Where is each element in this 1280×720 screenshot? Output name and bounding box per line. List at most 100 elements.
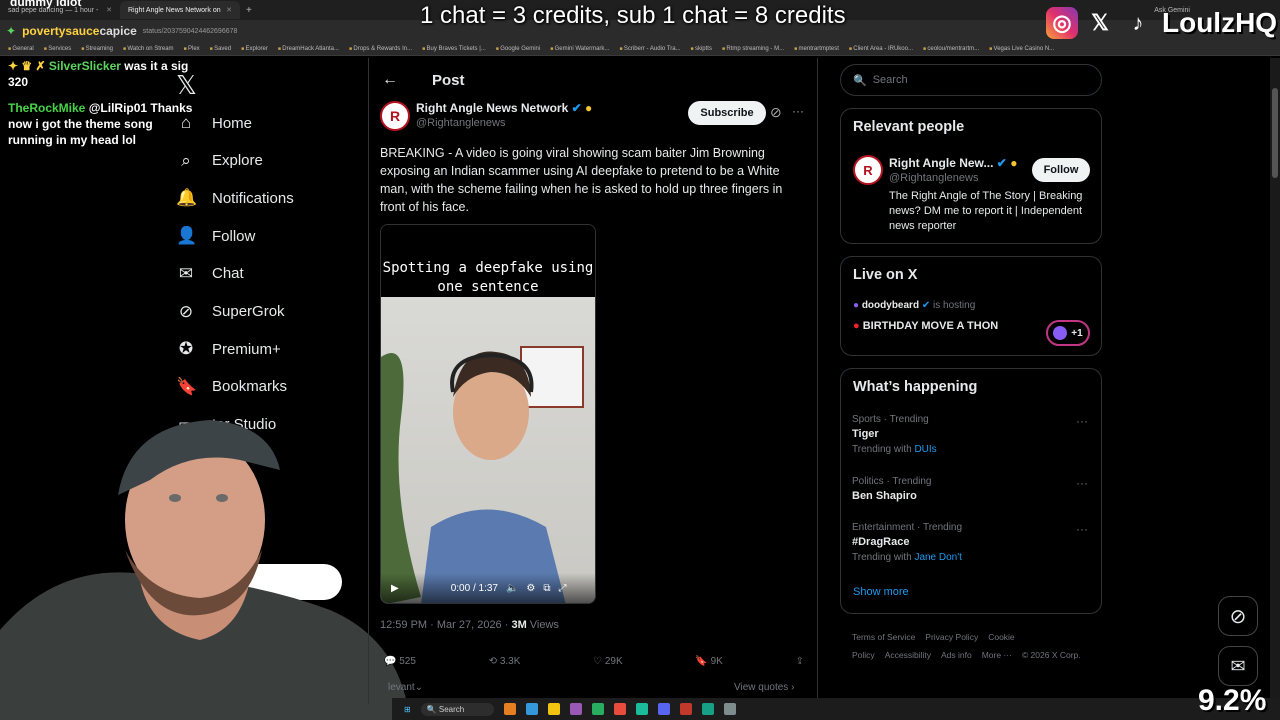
- bookmark-item[interactable]: Vegas Live Casino N...: [989, 46, 1055, 52]
- windows-start-icon[interactable]: ⊞: [404, 705, 411, 714]
- footer-link[interactable]: Privacy Policy: [925, 632, 978, 642]
- taskbar-app-icon[interactable]: [570, 703, 583, 715]
- scrollbar-thumb[interactable]: [1272, 88, 1278, 178]
- author-name[interactable]: Right Angle News Network ✔ ●: [416, 101, 592, 115]
- more-options-icon[interactable]: ···: [1076, 522, 1088, 536]
- nav-item-home[interactable]: ⌂ Home: [176, 108, 252, 138]
- live-participants[interactable]: +1: [1046, 320, 1090, 346]
- taskbar-app-icon[interactable]: [526, 703, 539, 715]
- bookmark-item[interactable]: General: [8, 46, 33, 52]
- bookmark-item[interactable]: Client Area - IRUkoo...: [849, 46, 913, 52]
- live-event[interactable]: ● BIRTHDAY MOVE A THON: [853, 320, 998, 332]
- live-host[interactable]: doodybeard: [862, 300, 919, 311]
- more-options-icon[interactable]: ···: [792, 104, 804, 118]
- person-avatar[interactable]: R: [853, 155, 883, 185]
- post-actions: 💬 525 ⟲ 3.3K ♡ 29K 🔖 9K ⇪: [384, 656, 804, 667]
- back-arrow-icon[interactable]: ←: [380, 71, 398, 89]
- taskbar-app-icon[interactable]: [658, 703, 671, 715]
- pip-icon[interactable]: ⧉: [543, 583, 550, 594]
- bookmark-item[interactable]: Explorer: [241, 46, 268, 52]
- follow-button[interactable]: Follow: [1032, 158, 1090, 182]
- repost-button[interactable]: ⟲ 3.3K: [489, 656, 521, 667]
- person-name[interactable]: Right Angle New... ✔ ●: [889, 156, 1017, 170]
- bookmark-item[interactable]: Drops & Rewards In...: [349, 46, 412, 52]
- bookmark-button[interactable]: 🔖 9K: [695, 656, 722, 667]
- bookmark-item[interactable]: skiptts: [691, 46, 712, 52]
- footer-link[interactable]: Accessibility: [885, 650, 931, 660]
- view-quotes-label: View quotes: [734, 682, 789, 693]
- like-button[interactable]: ♡ 29K: [593, 656, 623, 667]
- video-player[interactable]: Spotting a deepfake using one sentence ▶…: [380, 224, 596, 604]
- bookmark-item[interactable]: mentrartmptest: [794, 46, 839, 52]
- bookmark-item[interactable]: ceolou/mentrartm...: [923, 46, 979, 52]
- bookmark-item[interactable]: Services: [44, 46, 71, 52]
- trend-item[interactable]: Politics · Trending Ben Shapiro: [852, 474, 931, 504]
- taskbar-app-icon[interactable]: [592, 703, 605, 715]
- taskbar-app-icon[interactable]: [614, 703, 627, 715]
- play-icon[interactable]: ▶: [391, 583, 399, 594]
- bookmark-item[interactable]: Buy Braves Tickets |...: [422, 46, 486, 52]
- bookmark-item[interactable]: Rtmp streaming - M...: [722, 46, 784, 52]
- trend-item[interactable]: Sports · Trending Tiger Trending with DUIs: [852, 412, 937, 457]
- brand-overlay: ◎ 𝕏 ♪ LoulzHQ: [1046, 4, 1277, 42]
- bookmark-item[interactable]: Watch on Stream: [123, 46, 173, 52]
- taskbar-app-icon[interactable]: [548, 703, 561, 715]
- address-prefix: povertysauce: [22, 24, 100, 38]
- more-options-icon[interactable]: ···: [1076, 476, 1088, 490]
- bookmark-item[interactable]: Saved: [210, 46, 231, 52]
- footer-link[interactable]: Ads info: [941, 650, 972, 660]
- taskbar-app-icon[interactable]: [702, 703, 715, 715]
- video-frame[interactable]: [381, 297, 595, 603]
- browser-tab-active[interactable]: Right Angle News Network on ✕: [120, 1, 240, 19]
- taskbar-app-icon[interactable]: [504, 703, 517, 715]
- trend-with-link[interactable]: DUIs: [914, 444, 936, 455]
- nav-item-mail[interactable]: ✉ Chat: [176, 259, 244, 289]
- share-icon[interactable]: ⇪: [796, 656, 804, 667]
- live-hosting-label: is hosting: [930, 300, 976, 311]
- reply-button[interactable]: 💬 525: [384, 656, 416, 667]
- scrollbar[interactable]: [1270, 58, 1280, 704]
- sort-relevant[interactable]: levant⌄: [388, 682, 423, 693]
- bookmark-item[interactable]: DreamHack Atlanta...: [278, 46, 339, 52]
- volume-icon[interactable]: 🔈: [506, 583, 518, 594]
- new-tab-icon[interactable]: +: [240, 5, 252, 16]
- show-more-link[interactable]: Show more: [853, 586, 909, 598]
- footer-link[interactable]: © 2026 X Corp.: [1022, 650, 1081, 660]
- nav-item-verified[interactable]: ✪ Premium+: [176, 334, 281, 364]
- view-quotes-link[interactable]: View quotes ›: [734, 682, 794, 693]
- bookmark-item[interactable]: Scriberr - Audio Tra...: [619, 46, 681, 52]
- taskbar-app-icon[interactable]: [636, 703, 649, 715]
- trend-item[interactable]: Entertainment · Trending #DragRace Trendin…: [852, 520, 962, 565]
- nav-label: Notifications: [212, 189, 294, 207]
- taskbar-app-icon[interactable]: [680, 703, 693, 715]
- more-options-icon[interactable]: ···: [1076, 414, 1088, 428]
- nav-item-grok[interactable]: ⊘ SuperGrok: [176, 297, 285, 327]
- nav-item-search[interactable]: ⌕ Explore: [176, 146, 263, 176]
- close-icon[interactable]: ✕: [106, 6, 112, 14]
- nav-item-person-add[interactable]: 👤 Follow: [176, 221, 255, 251]
- back-icon[interactable]: ✦: [6, 24, 16, 38]
- x-logo-icon[interactable]: 𝕏: [176, 70, 197, 101]
- settings-icon[interactable]: ⚙: [526, 583, 535, 594]
- nav-item-bookmark[interactable]: 🔖 Bookmarks: [176, 372, 287, 402]
- search-input[interactable]: 🔍 Search: [840, 64, 1102, 96]
- url-text[interactable]: status/2037590424462696678: [143, 28, 238, 35]
- grok-icon[interactable]: ⊘: [770, 104, 782, 121]
- bookmark-item[interactable]: Streaming: [81, 46, 113, 52]
- footer-link[interactable]: More ···: [982, 650, 1012, 660]
- subscribe-button[interactable]: Subscribe: [688, 101, 766, 125]
- bookmark-item[interactable]: Gemini Watermark...: [550, 46, 610, 52]
- nav-item-bell[interactable]: 🔔 Notifications: [176, 183, 294, 213]
- bookmark-item[interactable]: Plex: [184, 46, 200, 52]
- author-avatar[interactable]: R: [380, 101, 410, 131]
- close-icon[interactable]: ✕: [226, 6, 232, 14]
- taskbar-app-icon[interactable]: [724, 703, 737, 715]
- bookmark-item[interactable]: Google Gemini: [496, 46, 540, 52]
- grok-fab-icon[interactable]: ⊘: [1218, 596, 1258, 636]
- messages-fab-icon[interactable]: ✉: [1218, 646, 1258, 686]
- footer-link[interactable]: Terms of Service: [852, 632, 915, 642]
- fullscreen-icon[interactable]: ⤢: [559, 583, 567, 594]
- taskbar-search[interactable]: 🔍 Search: [420, 702, 495, 716]
- trend-with-link[interactable]: Jane Don't: [914, 552, 962, 563]
- author-handle[interactable]: @Rightanglenews: [416, 117, 505, 129]
